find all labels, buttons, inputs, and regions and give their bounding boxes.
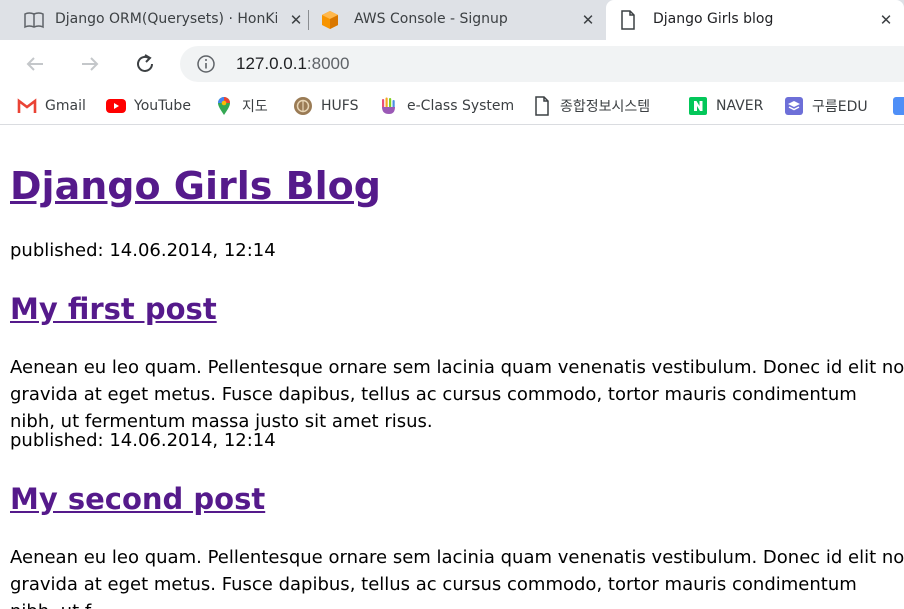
youtube-icon <box>106 96 126 116</box>
info-icon[interactable] <box>196 54 216 74</box>
gmail-icon <box>17 96 37 116</box>
bookmark-label: HUFS <box>321 98 359 114</box>
close-icon[interactable]: ✕ <box>578 10 598 30</box>
address-bar[interactable]: 127.0.0.1:8000 <box>180 46 904 82</box>
tab-strip: Django ORM(Querysets) · HonKit ✕ AWS Con… <box>0 0 904 40</box>
bookmarks-bar: Gmail YouTube 지도 HUFS e-Class System 종합정… <box>0 88 904 125</box>
forward-button[interactable] <box>76 50 104 78</box>
bookmark-label: e-Class System <box>407 98 515 114</box>
bookmark-overflow-icon[interactable] <box>893 97 904 115</box>
aws-cube-icon <box>320 10 340 30</box>
page-icon <box>620 10 636 30</box>
bookmark-goorm[interactable]: 구름EDU <box>784 96 868 116</box>
tab-title: AWS Console - Signup <box>354 11 508 27</box>
post-title-link[interactable]: My second post <box>10 482 265 516</box>
bookmark-gmail[interactable]: Gmail <box>17 96 86 116</box>
browser-toolbar: 127.0.0.1:8000 <box>0 40 904 88</box>
hufs-emblem-icon <box>293 96 313 116</box>
maps-pin-icon <box>214 96 234 116</box>
reload-icon <box>137 54 153 72</box>
post-published-date: published: 14.06.2014, 12:14 <box>10 430 276 451</box>
post-title: My first post <box>10 291 217 327</box>
url-text[interactable]: 127.0.0.1:8000 <box>236 54 349 74</box>
bookmark-label: Gmail <box>45 98 86 114</box>
bookmark-label: YouTube <box>134 98 191 114</box>
book-icon <box>24 11 44 29</box>
tab-title: Django Girls blog <box>653 11 774 27</box>
reload-button[interactable] <box>131 50 159 78</box>
bookmark-naver[interactable]: NAVER <box>688 96 763 116</box>
arrow-right-icon <box>82 57 99 71</box>
bookmark-maps[interactable]: 지도 <box>214 96 268 116</box>
tab-django-girls[interactable]: Django Girls blog ✕ <box>606 0 904 40</box>
bookmark-youtube[interactable]: YouTube <box>106 96 191 116</box>
bookmark-label: NAVER <box>716 98 764 114</box>
bookmark-eclass[interactable]: e-Class System <box>379 96 514 116</box>
post-published-date: published: 14.06.2014, 12:14 <box>10 240 276 261</box>
tab-title: Django ORM(Querysets) · HonKit <box>55 11 277 27</box>
url-port: :8000 <box>306 54 350 73</box>
bookmark-label: 종합정보시스템 <box>560 99 651 115</box>
tab-aws[interactable]: AWS Console - Signup ✕ <box>312 0 604 40</box>
post-title: My second post <box>10 481 265 517</box>
post-title-link[interactable]: My first post <box>10 292 217 326</box>
bookmark-label: 지도 <box>242 99 268 115</box>
eclass-hand-icon <box>379 96 399 116</box>
back-button[interactable] <box>21 50 49 78</box>
bookmark-hufs[interactable]: HUFS <box>293 96 358 116</box>
tab-separator <box>308 10 309 30</box>
page-title: Django Girls Blog <box>10 163 381 209</box>
tab-honkit[interactable]: Django ORM(Querysets) · HonKit ✕ <box>8 0 304 40</box>
goorm-icon <box>784 96 804 116</box>
page-icon <box>532 96 552 116</box>
post-body-text: Aenean eu leo quam. Pellentesque ornare … <box>10 547 904 609</box>
page-viewport: Django Girls Blog published: 14.06.2014,… <box>0 125 904 609</box>
bookmark-jonghap[interactable]: 종합정보시스템 <box>532 96 650 116</box>
naver-icon <box>688 96 708 116</box>
arrow-left-icon <box>26 57 43 71</box>
url-host: 127.0.0.1 <box>236 54 307 73</box>
bookmark-label: 구름EDU <box>812 99 868 115</box>
post-body-text: Aenean eu leo quam. Pellentesque ornare … <box>10 357 904 432</box>
blog-title-link[interactable]: Django Girls Blog <box>10 164 381 208</box>
close-icon[interactable]: ✕ <box>286 10 306 30</box>
close-icon[interactable]: ✕ <box>876 10 896 30</box>
